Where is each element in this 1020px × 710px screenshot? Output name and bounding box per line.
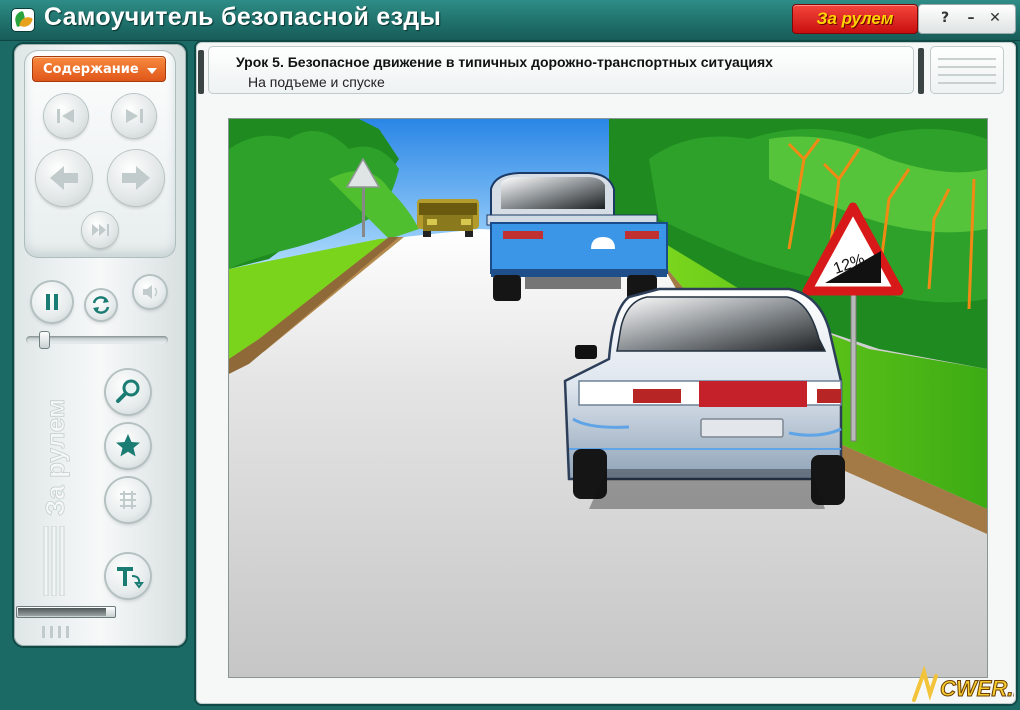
refresh-icon xyxy=(92,296,110,314)
sound-icon xyxy=(143,285,158,299)
minimize-button[interactable]: – xyxy=(961,9,981,27)
decorative-ticks xyxy=(42,626,69,638)
progress-fill xyxy=(18,608,106,616)
text-button[interactable] xyxy=(106,554,150,598)
watermark-text: За рулем xyxy=(42,399,70,516)
skip-button[interactable] xyxy=(82,212,118,248)
last-page-icon xyxy=(126,109,143,123)
pause-icon xyxy=(46,294,58,310)
road-scene: 12% xyxy=(229,119,987,677)
window-controls: ? – ✕ xyxy=(918,4,1016,34)
contents-dropdown-label: Содержание xyxy=(43,62,139,77)
previous-button[interactable] xyxy=(36,150,92,206)
bookmark-button[interactable] xyxy=(106,424,150,468)
grid-icon xyxy=(120,491,136,509)
header-cap xyxy=(198,50,204,94)
title-bar: Самоучитель безопасной езды За рулем ? –… xyxy=(0,0,1020,41)
navigation-block: Содержание xyxy=(24,50,176,258)
app-logo-icon xyxy=(12,9,34,31)
progress-bar xyxy=(16,606,116,618)
menu-lines-button[interactable] xyxy=(930,46,1004,94)
contents-dropdown[interactable]: Содержание xyxy=(32,56,166,82)
next-button[interactable] xyxy=(108,150,164,206)
volume-slider[interactable] xyxy=(26,331,168,349)
search-button[interactable] xyxy=(106,370,150,414)
volume-slider-thumb[interactable] xyxy=(39,331,50,349)
grid-button[interactable] xyxy=(106,478,150,522)
main-content-frame: Урок 5. Безопасное движение в типичных д… xyxy=(196,42,1016,704)
za-rulem-watermark: За рулем xyxy=(42,398,70,516)
cwer-site-logo: CWER.RU xyxy=(912,665,1014,702)
close-button[interactable]: ✕ xyxy=(985,9,1005,27)
star-icon xyxy=(116,434,140,457)
help-button[interactable]: ? xyxy=(935,9,955,27)
za-rulem-brand-button[interactable]: За рулем xyxy=(792,4,918,34)
sound-button[interactable] xyxy=(134,276,166,308)
chevron-down-icon xyxy=(147,68,157,74)
last-page-button[interactable] xyxy=(112,94,156,138)
header-divider xyxy=(918,48,924,94)
lesson-illustration: 12% xyxy=(228,118,988,678)
magnifier-icon xyxy=(116,379,140,403)
pause-button[interactable] xyxy=(32,282,72,322)
window-title: Самоучитель безопасной езды xyxy=(44,3,442,31)
first-page-button[interactable] xyxy=(44,94,88,138)
decorative-stripes xyxy=(43,526,65,596)
lesson-header: Урок 5. Безопасное движение в типичных д… xyxy=(198,46,914,94)
site-logo-text: CWER.RU xyxy=(940,676,1014,701)
text-icon xyxy=(117,567,144,589)
skip-icon xyxy=(92,224,109,236)
left-control-panel: Содержание За рулем xyxy=(14,44,186,646)
lesson-title: Урок 5. Безопасное движение в типичных д… xyxy=(236,54,773,70)
lesson-subtitle: На подъеме и спуске xyxy=(248,74,385,90)
next-icon xyxy=(122,166,150,190)
previous-icon xyxy=(50,166,78,190)
refresh-button[interactable] xyxy=(86,290,116,320)
first-page-icon xyxy=(57,109,74,123)
